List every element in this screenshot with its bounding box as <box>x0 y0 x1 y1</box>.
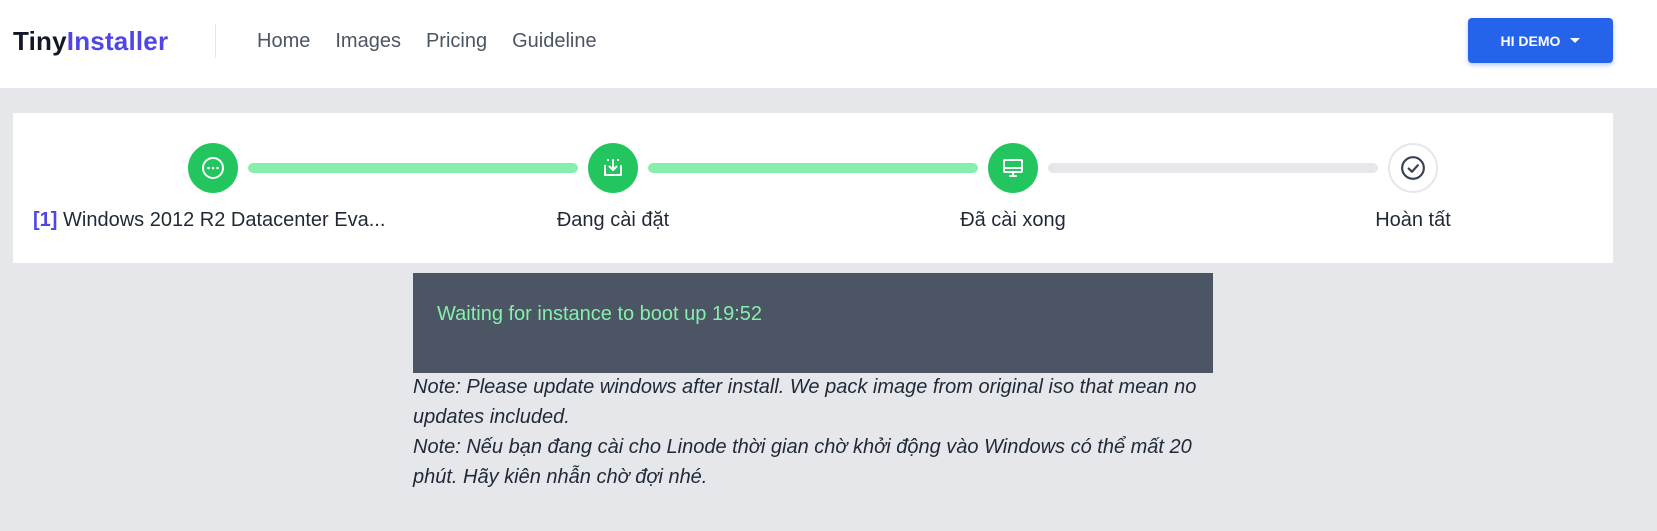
step-1-progress-fill <box>248 163 578 173</box>
user-menu-label: HI DEMO <box>1500 32 1561 49</box>
caret-down-icon <box>1570 38 1581 43</box>
brand-logo[interactable]: TinyInstaller <box>13 24 168 58</box>
step-2-label: Đang cài đặt <box>556 209 670 231</box>
step-1-label: [1] Windows 2012 R2 Datacenter Eva... <box>33 205 403 235</box>
step-2-progress-bar <box>648 163 978 173</box>
step-3-circle <box>988 143 1038 193</box>
note-update-windows: Note: Please update windows after instal… <box>413 376 1197 428</box>
step-4-label: Hoàn tất <box>1375 209 1451 231</box>
monitor-icon <box>1003 159 1023 177</box>
check-circle-icon <box>1401 156 1425 180</box>
top-navbar: TinyInstaller Home Images Pricing Guidel… <box>0 0 1657 88</box>
step-2-progress-fill <box>648 163 978 173</box>
ellipsis-circle-icon <box>202 157 224 179</box>
nav-divider <box>215 24 216 58</box>
step-2-circle <box>588 143 638 193</box>
nav-guideline-link[interactable]: Guideline <box>512 26 597 56</box>
nav-images-link[interactable]: Images <box>335 26 401 56</box>
step-3-progress-bar <box>1048 163 1378 173</box>
nav-pricing-link[interactable]: Pricing <box>426 26 487 56</box>
install-stepper: [1] Windows 2012 R2 Datacenter Eva... Đa… <box>13 113 1613 263</box>
install-console: Waiting for instance to boot up 19:52 <box>413 273 1213 373</box>
brand-part-2: Installer <box>66 26 169 56</box>
nav-home-link[interactable]: Home <box>257 26 310 56</box>
user-menu-button[interactable]: HI DEMO <box>1468 18 1613 63</box>
step-1-progress-bar <box>248 163 578 173</box>
download-tray-icon <box>604 159 622 176</box>
notes-section: Note: Please update windows after instal… <box>413 372 1213 492</box>
console-status-text: Waiting for instance to boot up 19:52 <box>437 303 763 325</box>
nav-links: Home Images Pricing Guideline <box>257 26 597 56</box>
step-3-label: Đã cài xong <box>960 209 1066 231</box>
note-linode-boot: Note: Nếu bạn đang cài cho Linode thời g… <box>413 436 1192 488</box>
image-index: [1] <box>33 209 58 231</box>
image-name: Windows 2012 R2 Datacenter Eva... <box>63 209 386 231</box>
brand-part-1: Tiny <box>13 26 67 56</box>
step-1-circle <box>188 143 238 193</box>
step-4-circle <box>1388 143 1438 193</box>
